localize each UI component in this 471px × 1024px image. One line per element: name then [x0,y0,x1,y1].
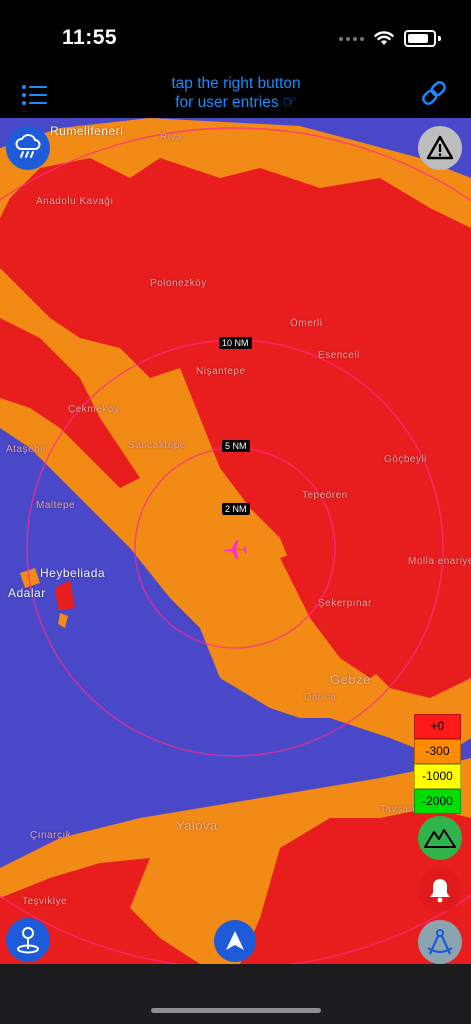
place-label: Esenceli [318,350,360,361]
altitude-legend: +0 -300 -1000 -2000 [414,714,461,814]
compass-button[interactable] [418,920,462,964]
range-ring-label: 5 NM [222,440,250,452]
place-label: Tepeören [302,490,348,501]
place-label: Maltepe [36,500,76,511]
place-label: Riva [160,132,183,143]
legend-item: -2000 [414,789,461,814]
warning-button[interactable] [418,126,462,170]
place-label: Darıca [304,692,337,703]
place-label: Yalova [176,818,218,833]
navigation-bar: tap the right button for user entries ☞ [0,72,471,118]
home-indicator[interactable] [151,1008,321,1013]
place-label: Molla enariye [408,556,471,567]
airplane-icon [224,540,247,559]
place-label: Heybeliada [40,566,106,580]
alarm-button[interactable] [418,868,462,912]
map-pin-icon [17,927,39,954]
place-label: Ataşehir [6,444,47,455]
place-label: Sancaktepe [128,440,186,451]
range-ring-label: 10 NM [219,337,252,349]
nav-title: tap the right button for user entries ☞ [120,74,352,112]
legend-item: -300 [414,739,461,764]
place-label: Gebze [330,672,371,687]
status-time: 11:55 [62,26,118,49]
bell-icon [430,879,450,903]
legend-item: -1000 [414,764,461,789]
battery-icon [404,30,436,47]
link-icon[interactable] [419,78,449,108]
status-indicators [339,30,441,47]
bottom-bar [0,964,471,1024]
place-label: Rumelifeneri [50,124,124,138]
place-label: Şekerpınar [318,598,372,609]
place-label: Nişantepe [196,366,246,377]
terrain-toggle-button[interactable] [418,816,462,860]
mountains-icon [424,829,456,848]
legend-item: +0 [414,714,461,739]
terrain-map[interactable]: Rumelifeneri Riva Anadolu Kavağı Polonez… [0,118,471,964]
status-bar: 11:55 [0,0,471,72]
place-label: Anadolu Kavağı [36,196,114,207]
nav-title-line2: for user entries ☞ [175,94,297,111]
place-label: Çekmeköy [68,404,120,415]
cellular-signal-icon [339,36,364,41]
navigation-arrow-icon [226,931,244,950]
place-label: Teşvikiye [22,896,68,907]
compass-icon [427,929,453,955]
navigate-button[interactable] [214,920,256,962]
nav-title-line1: tap the right button [171,75,301,92]
range-ring-label: 2 NM [222,503,250,515]
rain-cloud-icon [15,134,41,158]
warning-triangle-icon [426,135,454,160]
weather-button[interactable] [6,126,50,170]
location-button[interactable] [6,918,50,962]
place-label: Ömerli [290,318,323,329]
place-label: Çınarcık [30,830,72,841]
place-label: Adalar [8,586,46,600]
list-icon[interactable] [20,80,50,110]
place-label: Polonezköy [150,278,207,289]
wifi-icon [374,31,394,45]
place-label: Göçbeyli [384,454,427,465]
